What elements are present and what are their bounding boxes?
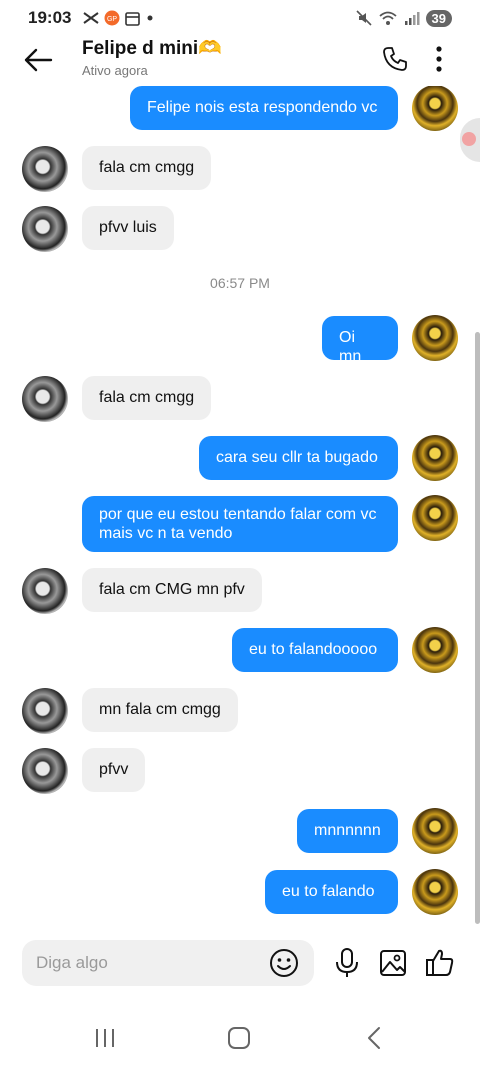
avatar-me[interactable] <box>412 627 458 673</box>
message-outgoing[interactable]: cara seu cllr ta bugado <box>199 436 398 480</box>
message-incoming[interactable]: pfvv <box>82 748 146 792</box>
message-incoming[interactable]: pfvv luis <box>82 206 174 250</box>
avatar-me[interactable] <box>412 869 458 915</box>
svg-text:GP: GP <box>107 16 117 23</box>
message-timestamp: 06:57 PM <box>210 275 270 291</box>
chat-header: Felipe d mini🫶 Ativo agora <box>0 36 480 86</box>
app-icon-orange: GP <box>104 10 120 26</box>
recents-icon <box>96 1029 114 1047</box>
emoji-button[interactable] <box>268 947 300 979</box>
image-icon <box>380 950 406 976</box>
message-incoming[interactable]: mn fala cm cmgg <box>82 688 238 732</box>
call-button[interactable] <box>378 42 412 76</box>
battery-badge: 39 <box>425 9 452 27</box>
message-incoming[interactable]: fala cm CMG mn pfv <box>82 568 262 612</box>
contact-name: Felipe d mini🫶 <box>82 38 222 59</box>
avatar-me[interactable] <box>412 808 458 854</box>
message-outgoing[interactable]: Felipe nois esta respondendo vc <box>130 86 398 130</box>
gallery-button[interactable] <box>375 945 411 981</box>
recent-apps-button[interactable] <box>85 1024 125 1052</box>
message-outgoing[interactable]: eu to falandooooo <box>232 628 398 672</box>
avatar-friend[interactable] <box>22 568 68 614</box>
message-outgoing[interactable]: Oi mn <box>322 316 398 365</box>
contact-info[interactable]: Felipe d mini🫶 Ativo agora <box>82 36 222 78</box>
message-outgoing[interactable]: por que eu estou tentando falar com vc m… <box>82 496 398 552</box>
home-button[interactable] <box>219 1024 259 1052</box>
back-button[interactable] <box>20 42 56 78</box>
microphone-button[interactable] <box>329 945 365 981</box>
avatar-me[interactable] <box>412 495 458 541</box>
avatar-friend[interactable] <box>22 206 68 252</box>
more-options-button[interactable] <box>424 42 454 76</box>
avatar-me[interactable] <box>412 435 458 481</box>
system-nav-bar <box>0 1010 480 1066</box>
avatar-friend[interactable] <box>22 146 68 192</box>
like-button[interactable] <box>422 945 458 981</box>
chevron-left-icon <box>368 1027 380 1049</box>
calendar-icon <box>125 11 141 26</box>
avatar-friend[interactable] <box>22 748 68 794</box>
scrollbar[interactable] <box>475 332 480 924</box>
message-outgoing[interactable]: eu to falando <box>265 870 398 914</box>
wifi-icon <box>378 11 397 25</box>
arrow-left-icon <box>24 48 53 72</box>
home-icon <box>228 1027 250 1049</box>
status-time: 19:03 <box>28 8 72 27</box>
smiley-icon <box>270 949 298 977</box>
avatar-friend[interactable] <box>22 376 68 422</box>
avatar-friend[interactable] <box>22 688 68 734</box>
avatar-me[interactable] <box>412 315 458 361</box>
status-bar: 19:03 GP 39 <box>0 0 480 36</box>
thumbs-up-icon <box>426 949 454 976</box>
message-incoming[interactable]: fala cm cmgg <box>82 376 212 420</box>
avatar-me[interactable] <box>412 86 458 131</box>
dot-icon <box>147 15 153 21</box>
mute-icon <box>355 10 372 26</box>
signal-icon <box>404 12 420 25</box>
message-list[interactable]: Felipe nois esta respondendo vc fala cm … <box>0 86 480 932</box>
nav-back-button[interactable] <box>354 1024 394 1052</box>
message-composer <box>22 940 314 986</box>
more-vertical-icon <box>436 46 442 72</box>
message-input[interactable] <box>36 953 256 973</box>
message-incoming[interactable]: fala cm cmgg <box>82 146 212 190</box>
active-status: Ativo agora <box>82 63 148 78</box>
phone-icon <box>383 47 407 71</box>
message-outgoing[interactable]: mnnnnnn <box>297 809 398 853</box>
microphone-icon <box>336 948 358 977</box>
capcut-icon <box>83 12 100 24</box>
